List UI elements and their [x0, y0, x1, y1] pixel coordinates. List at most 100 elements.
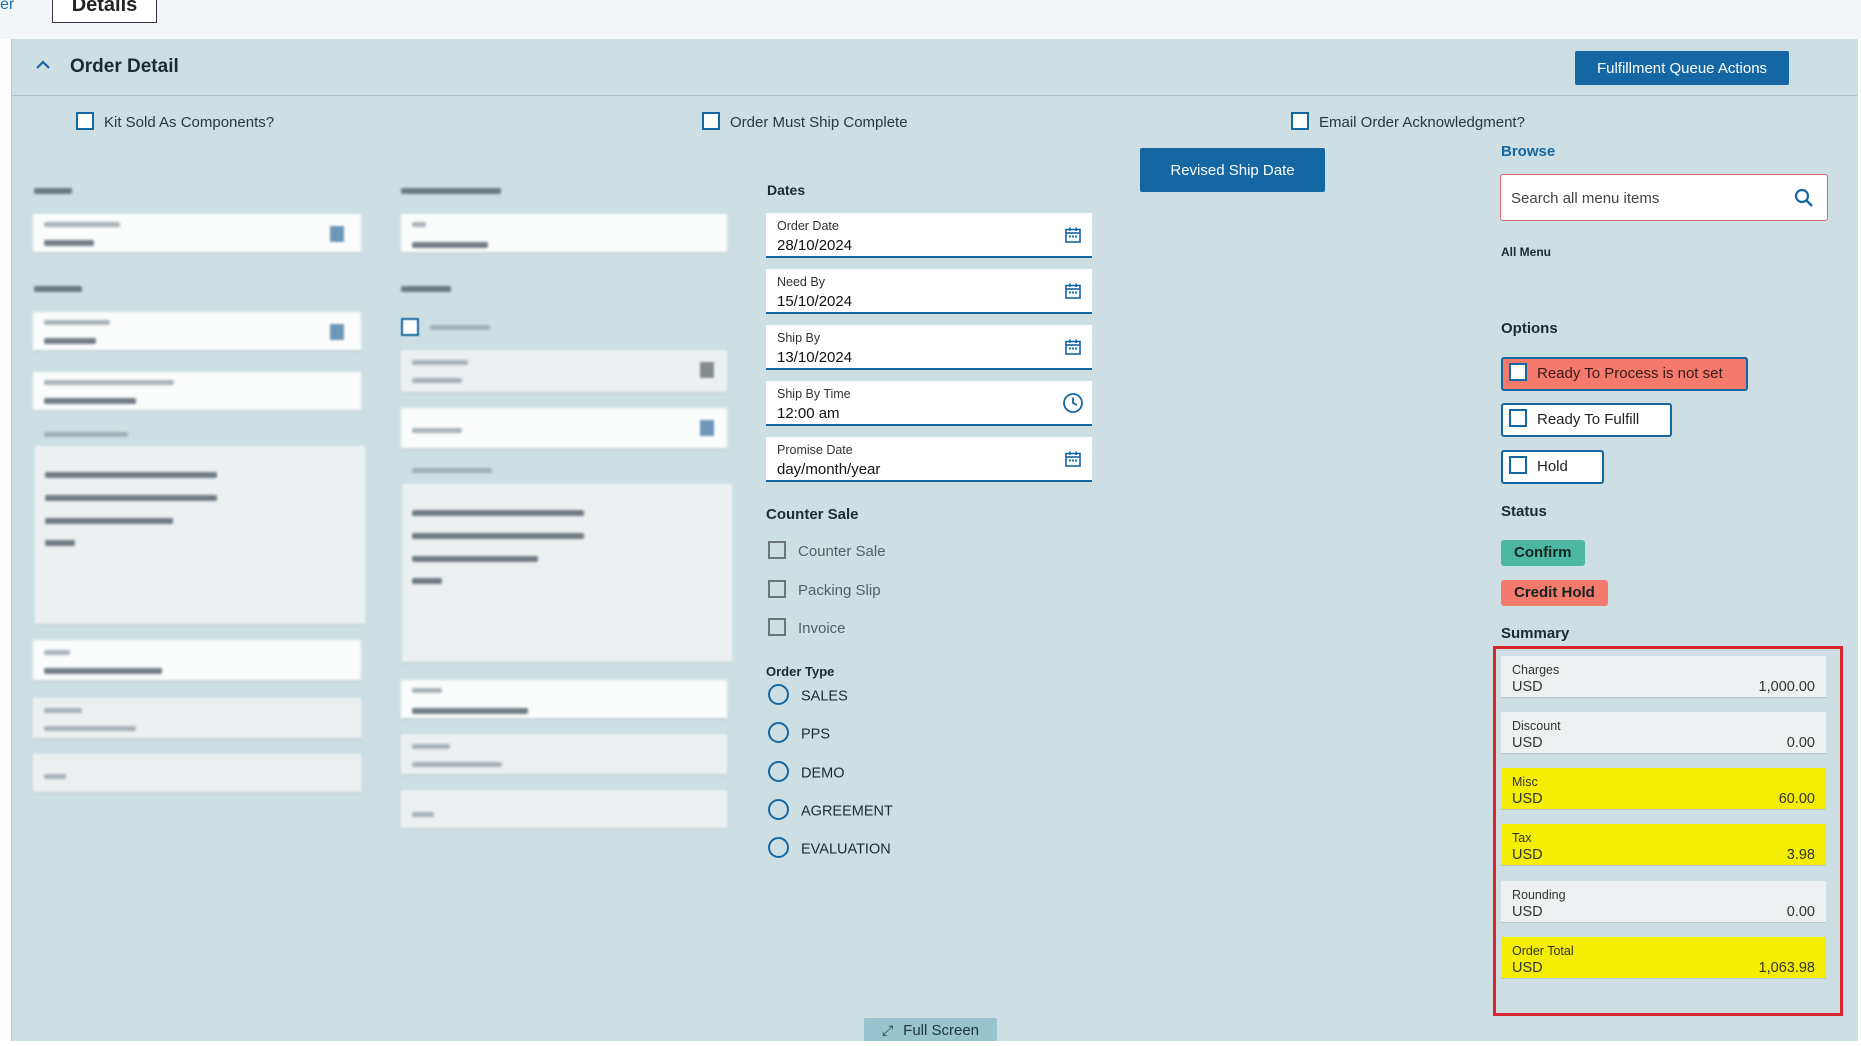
- confirm-status-badge[interactable]: Confirm: [1501, 540, 1585, 566]
- redacted-field[interactable]: [401, 790, 727, 830]
- need-by-label: Need By: [777, 275, 825, 289]
- order-type-evaluation[interactable]: EVALUATION: [768, 837, 891, 860]
- ship-by-time-field[interactable]: Ship By Time 12:00 am: [766, 381, 1092, 426]
- order-type-label: PPS: [801, 726, 831, 743]
- order-type-label: SALES: [801, 688, 848, 705]
- redacted-field[interactable]: [33, 698, 361, 740]
- redacted-field[interactable]: [401, 680, 727, 720]
- invoice-checkbox[interactable]: [768, 618, 786, 637]
- hold-label: Hold: [1537, 458, 1568, 475]
- counter-sale-checkbox-row[interactable]: Counter Sale: [768, 541, 886, 561]
- redacted-field[interactable]: [33, 372, 361, 412]
- kit-sold-checkbox-row[interactable]: Kit Sold As Components?: [76, 112, 275, 132]
- calendar-icon[interactable]: [1064, 226, 1082, 244]
- order-type-label: DEMO: [801, 765, 845, 782]
- ready-to-fulfill-option[interactable]: Ready To Fulfill: [1501, 403, 1672, 437]
- promise-date-value: day/month/year: [777, 461, 881, 478]
- all-menu-link[interactable]: All Menu: [1501, 245, 1551, 259]
- menu-search-box[interactable]: [1500, 174, 1828, 221]
- browse-heading[interactable]: Browse: [1501, 143, 1555, 160]
- redacted-field[interactable]: [401, 734, 727, 776]
- fulfillment-queue-actions-button[interactable]: Fulfillment Queue Actions: [1575, 51, 1789, 85]
- invoice-label: Invoice: [798, 620, 846, 637]
- redacted-field[interactable]: [33, 214, 361, 254]
- redacted-field[interactable]: [401, 214, 727, 254]
- ready-to-process-checkbox[interactable]: [1509, 363, 1527, 382]
- ship-by-time-value: 12:00 am: [777, 405, 840, 422]
- hold-checkbox[interactable]: [1509, 456, 1527, 475]
- redacted-field[interactable]: [33, 640, 361, 682]
- ready-to-fulfill-checkbox[interactable]: [1509, 409, 1527, 428]
- options-heading: Options: [1501, 320, 1558, 337]
- chevron-up-icon[interactable]: [34, 56, 52, 74]
- order-type-label: EVALUATION: [801, 841, 891, 858]
- promise-date-label: Promise Date: [777, 443, 853, 457]
- tab-details[interactable]: Details: [52, 0, 157, 23]
- summary-annotation-box: [1493, 646, 1843, 1016]
- calendar-icon[interactable]: [1064, 450, 1082, 468]
- clock-icon[interactable]: [1062, 392, 1084, 414]
- ship-by-field[interactable]: Ship By 13/10/2024: [766, 325, 1092, 370]
- top-tab-bar: er Details: [0, 0, 1861, 39]
- ready-to-fulfill-label: Ready To Fulfill: [1537, 411, 1640, 428]
- hold-option[interactable]: Hold: [1501, 450, 1604, 484]
- email-ack-checkbox[interactable]: [1291, 112, 1309, 131]
- ready-to-process-label: Ready To Process is not set: [1537, 365, 1723, 382]
- need-by-field[interactable]: Need By 15/10/2024: [766, 269, 1092, 314]
- radio-button[interactable]: [768, 837, 789, 858]
- tab-previous[interactable]: er: [0, 0, 14, 14]
- promise-date-field[interactable]: Promise Date day/month/year: [766, 437, 1092, 482]
- ship-complete-label: Order Must Ship Complete: [730, 114, 908, 131]
- order-type-demo[interactable]: DEMO: [768, 761, 845, 784]
- redacted-field[interactable]: [33, 754, 361, 794]
- kit-sold-checkbox[interactable]: [76, 112, 94, 131]
- order-type-heading: Order Type: [766, 664, 835, 679]
- invoice-checkbox-row[interactable]: Invoice: [768, 618, 846, 638]
- ship-complete-checkbox[interactable]: [702, 112, 720, 131]
- credit-hold-status-badge[interactable]: Credit Hold: [1501, 580, 1608, 606]
- revised-ship-date-button[interactable]: Revised Ship Date: [1140, 148, 1325, 192]
- panel-header: Order Detail Fulfillment Queue Actions: [12, 39, 1858, 96]
- full-screen-button[interactable]: ⤢ Full Screen: [864, 1018, 997, 1042]
- ready-to-process-option[interactable]: Ready To Process is not set: [1501, 357, 1748, 391]
- dates-heading: Dates: [767, 182, 806, 198]
- counter-sale-checkbox[interactable]: [768, 541, 786, 560]
- radio-button[interactable]: [768, 684, 789, 705]
- order-date-field[interactable]: Order Date 28/10/2024: [766, 213, 1092, 258]
- status-heading: Status: [1501, 503, 1547, 520]
- ship-by-label: Ship By: [777, 331, 821, 345]
- redacted-field[interactable]: [33, 312, 361, 352]
- summary-heading: Summary: [1501, 625, 1570, 642]
- order-type-pps[interactable]: PPS: [768, 722, 831, 745]
- ship-by-time-label: Ship By Time: [777, 387, 851, 401]
- bottom-strip: [0, 1041, 1861, 1046]
- full-screen-label: Full Screen: [903, 1022, 980, 1039]
- order-type-label: AGREEMENT: [801, 803, 893, 820]
- redacted-checkbox[interactable]: [401, 318, 419, 336]
- order-type-agreement[interactable]: AGREEMENT: [768, 799, 893, 822]
- search-input[interactable]: [1511, 186, 1781, 210]
- search-icon[interactable]: [1793, 187, 1815, 209]
- packing-slip-checkbox[interactable]: [768, 580, 786, 599]
- radio-button[interactable]: [768, 761, 789, 782]
- counter-sale-heading: Counter Sale: [766, 506, 859, 523]
- radio-button[interactable]: [768, 799, 789, 820]
- radio-button[interactable]: [768, 722, 789, 743]
- packing-slip-label: Packing Slip: [798, 582, 881, 599]
- expand-icon: ⤢: [881, 1022, 894, 1038]
- calendar-icon[interactable]: [1064, 282, 1082, 300]
- kit-sold-label: Kit Sold As Components?: [104, 114, 275, 131]
- need-by-value: 15/10/2024: [777, 293, 853, 310]
- order-type-sales[interactable]: SALES: [768, 684, 848, 707]
- page-title: Order Detail: [70, 56, 179, 77]
- packing-slip-checkbox-row[interactable]: Packing Slip: [768, 580, 881, 600]
- email-ack-checkbox-row[interactable]: Email Order Acknowledgment?: [1291, 112, 1525, 132]
- order-date-label: Order Date: [777, 219, 839, 233]
- order-date-value: 28/10/2024: [777, 237, 853, 254]
- ship-by-value: 13/10/2024: [777, 349, 853, 366]
- redacted-field[interactable]: [401, 350, 727, 394]
- ship-complete-checkbox-row[interactable]: Order Must Ship Complete: [702, 112, 908, 132]
- counter-sale-label: Counter Sale: [798, 543, 886, 560]
- email-ack-label: Email Order Acknowledgment?: [1319, 114, 1525, 131]
- calendar-icon[interactable]: [1064, 338, 1082, 356]
